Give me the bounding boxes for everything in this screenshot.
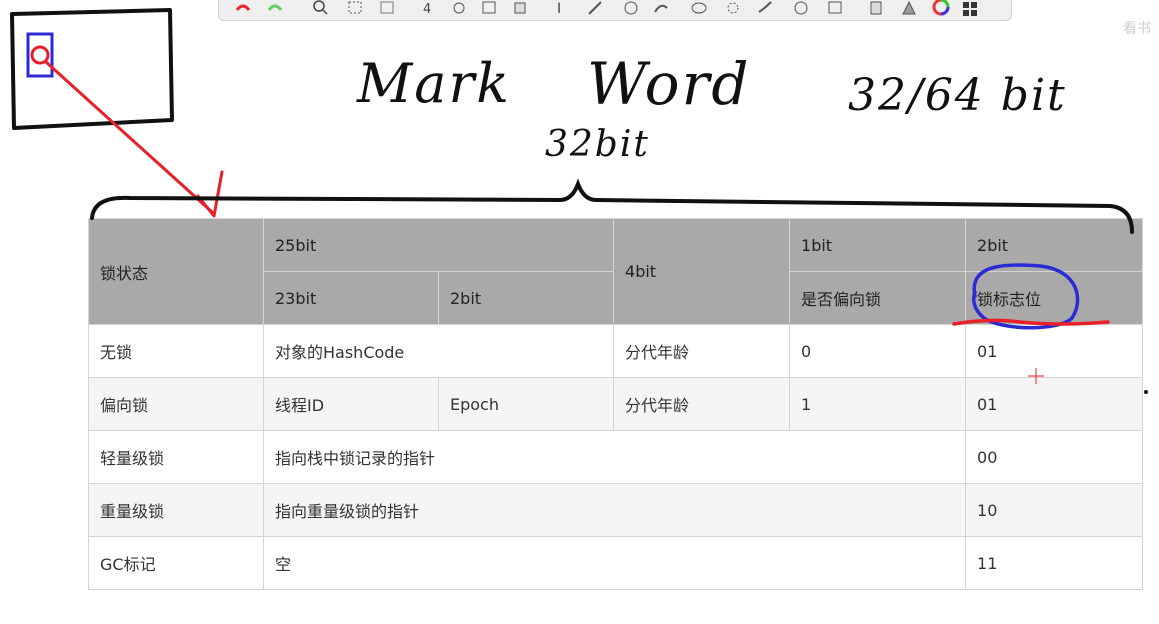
cell-flag: 10 [965, 483, 1144, 537]
header-25bit: 25bit [262, 218, 615, 272]
red-arrow-drawing [44, 60, 214, 214]
red-circle-drawing [30, 45, 50, 65]
cell-flag: 00 [965, 430, 1144, 484]
brush-icon[interactable] [654, 4, 668, 13]
cell-state: 无锁 [88, 324, 264, 378]
svg-text:I: I [557, 1, 561, 17]
cell-biased: 1 [789, 377, 967, 431]
cell-hashcode: 对象的HashCode [262, 324, 615, 378]
marker-icon[interactable] [624, 1, 638, 15]
fill-icon[interactable] [902, 0, 916, 15]
copy-icon[interactable] [870, 1, 882, 15]
pen-icon[interactable] [588, 1, 602, 15]
table-row-biased: 偏向锁 线程ID Epoch 分代年龄 1 01 [88, 377, 1144, 431]
table-row-heavyweight: 重量级锁 指向重量级锁的指针 10 [88, 483, 1144, 537]
cell-flag: 01 [965, 324, 1144, 378]
select-icon[interactable] [380, 1, 394, 14]
header-2bit-flag: 2bit [965, 218, 1144, 272]
undo-icon[interactable] [235, 4, 251, 11]
redo-icon[interactable] [267, 4, 283, 11]
cell-state: 重量级锁 [88, 483, 264, 537]
cell-biased: 0 [789, 324, 967, 378]
circle-icon[interactable] [794, 1, 808, 15]
cell-flag: 11 [965, 536, 1144, 590]
table-row-lightweight: 轻量级锁 指向栈中锁记录的指针 00 [88, 430, 1144, 484]
header-lock-state: 锁状态 [88, 218, 264, 325]
move-icon[interactable] [453, 2, 465, 14]
header-bias-flag: 是否偏向锁 [789, 271, 967, 325]
table-row-gc-mark: GC标记 空 11 [88, 536, 1144, 590]
type-icon[interactable]: I [557, 1, 561, 17]
mark-word-table: 锁状态 25bit 4bit 1bit 2bit 23bit 2bit 是否偏向… [88, 218, 1144, 590]
handwritten-32bit: 32bit [545, 124, 650, 165]
svg-text:4: 4 [423, 2, 431, 17]
cell-pointer: 指向重量级锁的指针 [262, 483, 967, 537]
object-box-drawing [10, 8, 174, 130]
watermark: 看书 [1123, 21, 1151, 37]
red-arrowhead-drawing [196, 170, 224, 218]
color-wheel-icon[interactable] [932, 0, 950, 16]
arrow-icon[interactable] [758, 1, 772, 13]
text-icon[interactable]: 4 [423, 2, 431, 17]
cell-epoch: Epoch [437, 377, 615, 431]
cell-state: GC标记 [88, 536, 264, 590]
cell-empty: 空 [262, 536, 967, 590]
header-2bit: 2bit [437, 271, 615, 325]
header-23bit: 23bit [263, 271, 439, 325]
handwritten-bits: 32/64 bit [848, 70, 1067, 121]
cell-thread-id: 线程ID [263, 377, 439, 431]
header-lock-flag: 锁标志位 [965, 271, 1144, 325]
crop-icon[interactable] [828, 1, 842, 14]
eraser-icon[interactable] [514, 2, 526, 14]
table-row-unlocked: 无锁 对象的HashCode 分代年龄 0 01 [88, 324, 1144, 378]
lasso-icon[interactable] [482, 1, 496, 14]
table-icon[interactable] [691, 2, 707, 14]
handwritten-word: Word [587, 50, 751, 118]
cell-flag: 01 [965, 377, 1144, 431]
header-row-1: 锁状态 25bit 4bit 1bit 2bit [88, 218, 1144, 325]
header-1bit: 1bit [789, 218, 967, 272]
toolbar-icons: 4 I [235, 0, 977, 17]
header-highlight-drawing [26, 32, 54, 78]
zoom-icon[interactable] [313, 0, 328, 15]
cell-state: 偏向锁 [88, 377, 264, 431]
drawing-toolbar: 4 I [218, 0, 1012, 21]
header-4bit: 4bit [613, 218, 791, 325]
handwritten-mark: Mark [357, 52, 512, 115]
ink-dot [1144, 390, 1148, 394]
cell-age: 分代年龄 [613, 377, 791, 431]
cell-pointer: 指向栈中锁记录的指针 [262, 430, 967, 484]
cell-state: 轻量级锁 [88, 430, 264, 484]
palette-icon[interactable] [963, 2, 977, 16]
cell-age: 分代年龄 [613, 324, 791, 378]
shapes-icon[interactable] [727, 2, 739, 14]
select-rect-icon[interactable] [348, 1, 362, 14]
